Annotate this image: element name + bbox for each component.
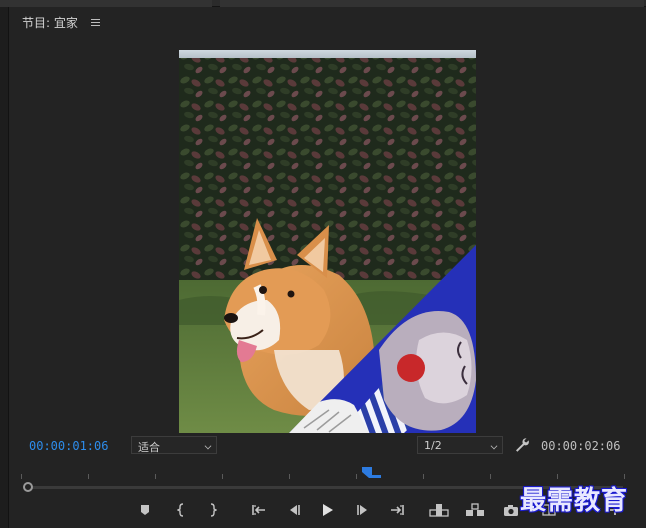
step-forward-icon <box>357 505 367 515</box>
top-panel-strip <box>0 0 646 7</box>
play-button[interactable] <box>318 500 338 520</box>
extract-button[interactable] <box>465 500 485 520</box>
panel-header: 节目: 宜家 <box>9 7 646 37</box>
add-marker-button[interactable] <box>135 500 155 520</box>
mark-in-icon <box>177 503 184 517</box>
timecode-row: 00:00:01:06 适合 1/2 00:00:02:06 <box>9 435 646 457</box>
duration-timecode: 00:00:02:06 <box>541 439 621 453</box>
step-back-button[interactable] <box>284 500 304 520</box>
ruler-tick <box>557 474 558 479</box>
export-frame-icon <box>504 504 518 516</box>
ruler-tick <box>222 474 223 479</box>
chevron-down-icon <box>204 442 212 450</box>
ruler-tick <box>21 474 22 479</box>
lift-icon <box>429 504 449 517</box>
go-to-in-button[interactable] <box>249 500 269 520</box>
current-timecode[interactable]: 00:00:01:06 <box>29 439 108 453</box>
ruler-tick <box>289 474 290 479</box>
go-to-in-icon <box>252 505 265 515</box>
add-marker-icon <box>141 505 149 515</box>
top-strip-segment <box>0 0 212 7</box>
zoom-level-value: 适合 <box>138 441 160 454</box>
zoom-level-select[interactable]: 适合 <box>131 436 217 454</box>
step-forward-button[interactable] <box>353 500 373 520</box>
ruler-tick <box>624 474 625 479</box>
export-frame-button[interactable] <box>501 500 521 520</box>
playback-resolution-select[interactable]: 1/2 <box>417 436 503 454</box>
mark-out-icon <box>210 503 217 517</box>
step-back-icon <box>290 505 300 515</box>
mark-in-button[interactable] <box>171 500 191 520</box>
video-frame-image <box>179 50 476 433</box>
top-strip-segment <box>220 0 644 7</box>
go-to-out-icon <box>391 505 404 515</box>
lift-button[interactable] <box>429 500 449 520</box>
ruler-tick <box>490 474 491 479</box>
play-icon <box>323 504 333 516</box>
program-preview-area <box>9 37 646 435</box>
zoom-handle[interactable] <box>23 482 33 492</box>
program-monitor-panel: 节目: 宜家 00:00:01:06 适合 1/2 00:00:02:06 <box>8 7 646 528</box>
video-frame[interactable] <box>179 50 476 433</box>
playhead-marker-icon[interactable] <box>361 465 383 479</box>
chevron-down-icon <box>490 442 498 450</box>
panel-title[interactable]: 节目: 宜家 <box>22 14 78 31</box>
watermark-logo: 最需教育 <box>520 486 629 516</box>
mark-out-button[interactable] <box>203 500 223 520</box>
ruler-tick <box>155 474 156 479</box>
hamburger-menu-icon[interactable] <box>91 19 100 27</box>
go-to-out-button[interactable] <box>387 500 407 520</box>
ruler-tick <box>423 474 424 479</box>
wrench-icon[interactable] <box>514 437 530 453</box>
playback-resolution-value: 1/2 <box>424 439 442 452</box>
ruler-tick <box>356 474 357 479</box>
time-ruler[interactable] <box>21 465 637 479</box>
ruler-tick <box>88 474 89 479</box>
extract-icon <box>466 503 484 516</box>
